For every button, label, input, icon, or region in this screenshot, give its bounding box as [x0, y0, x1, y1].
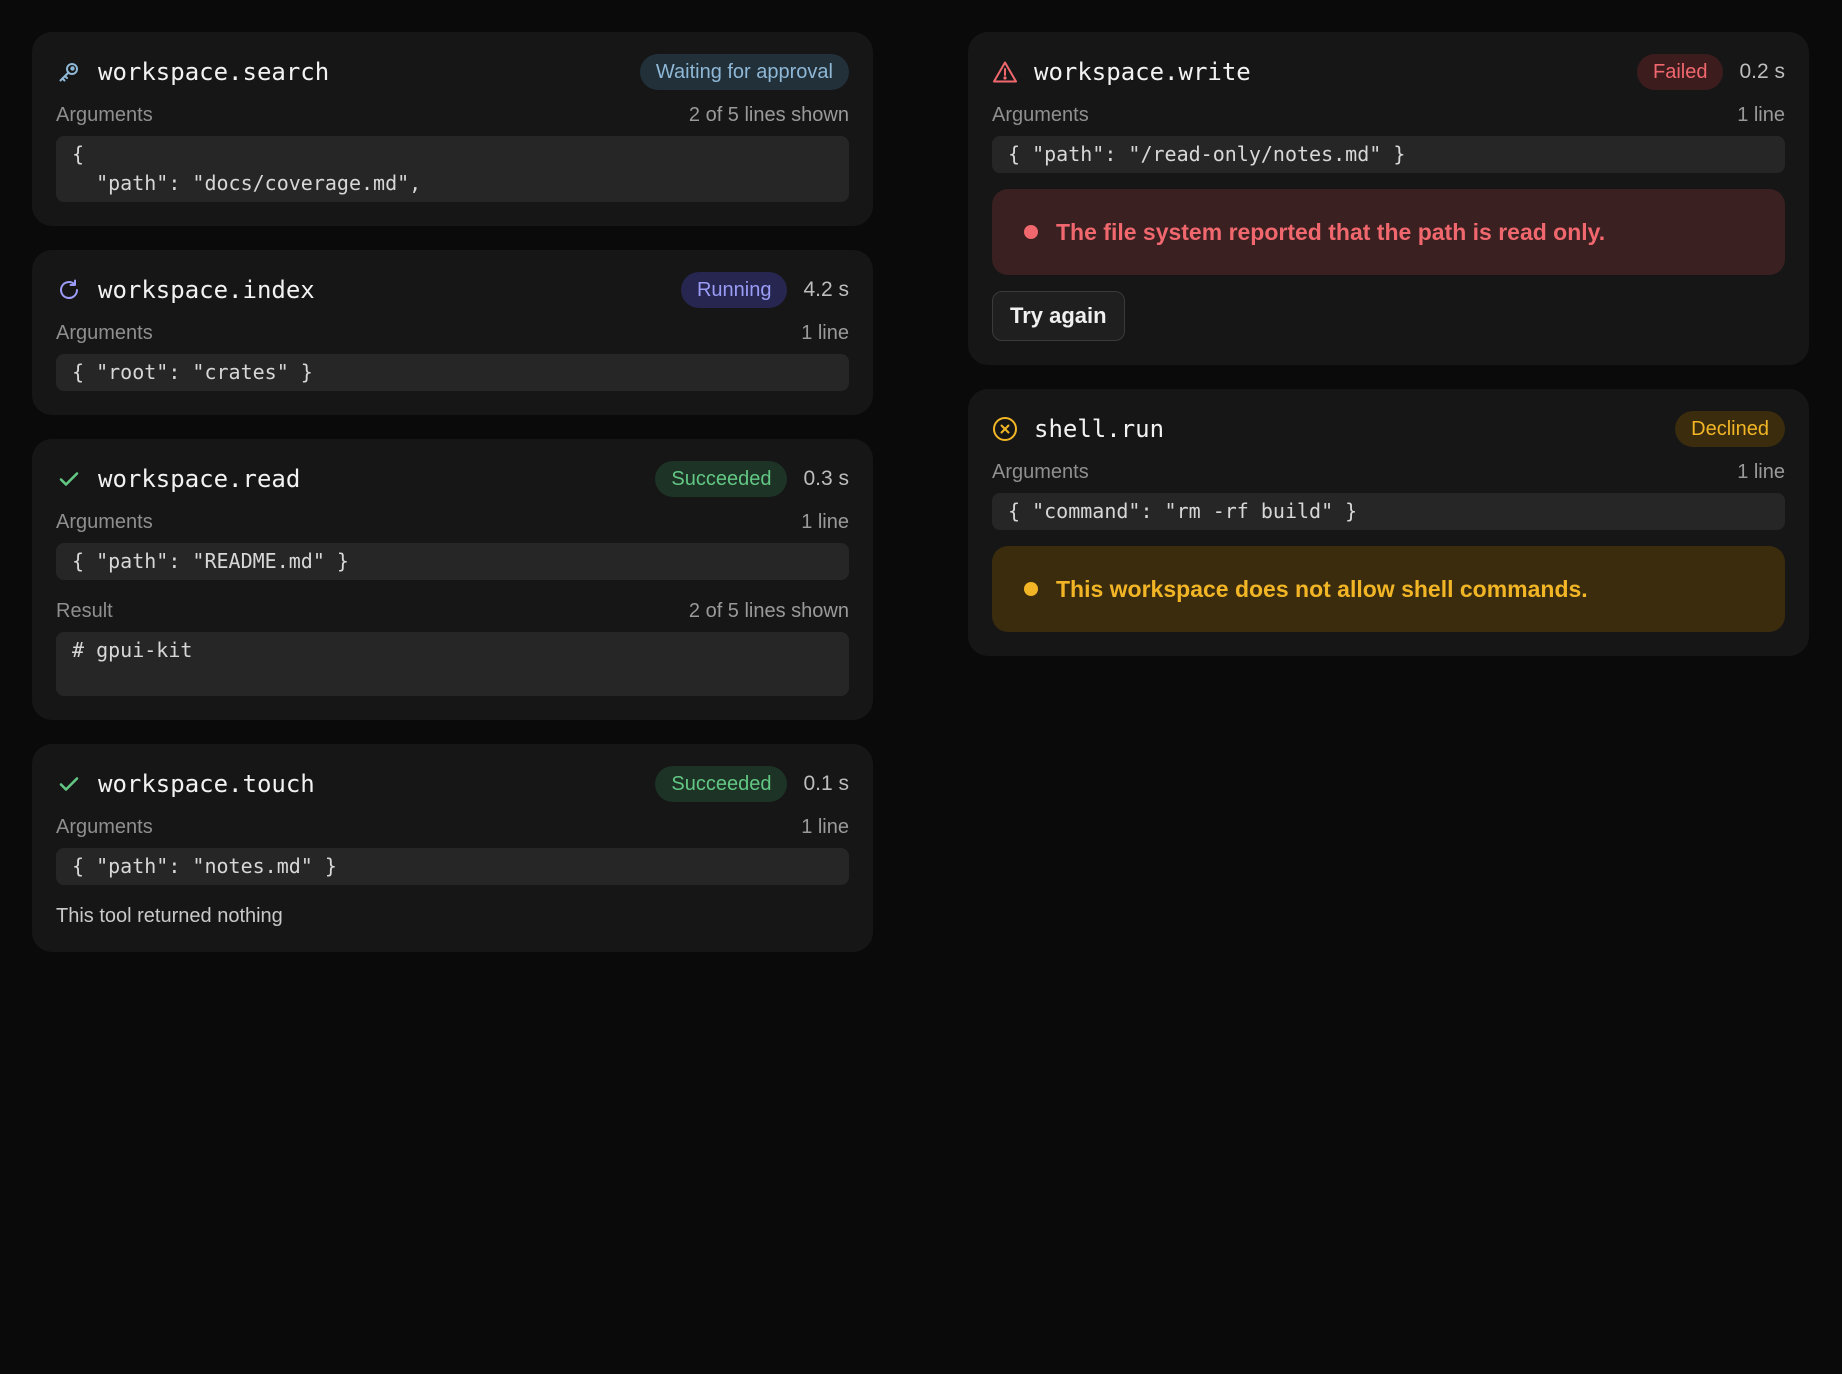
tool-card-workspace-search: workspace.search Waiting for approval Ar… [32, 32, 873, 226]
error-message: The file system reported that the path i… [992, 189, 1785, 275]
arguments-header: Arguments 1 line [992, 459, 1785, 485]
arguments-label: Arguments [56, 815, 153, 838]
arguments-line-count: 1 line [801, 321, 849, 344]
tool-name: workspace.read [98, 465, 301, 493]
error-dot-icon [1024, 225, 1038, 239]
tool-name: workspace.write [1034, 58, 1251, 86]
arguments-code-block: { "path": "docs/coverage.md", [56, 136, 849, 202]
status-badge: Succeeded [655, 766, 788, 802]
key-icon [56, 59, 82, 85]
duration: 0.3 s [803, 467, 849, 490]
tool-card-workspace-touch: workspace.touch Succeeded 0.1 s Argument… [32, 744, 873, 952]
duration: 4.2 s [803, 278, 849, 301]
arguments-label: Arguments [56, 321, 153, 344]
arguments-line-count: 1 line [801, 510, 849, 533]
tool-name: workspace.search [98, 58, 330, 86]
result-code-block: # gpui-kit [56, 632, 849, 696]
tool-card-shell-run: shell.run Declined Arguments 1 line { "c… [968, 389, 1809, 656]
tool-card-workspace-read: workspace.read Succeeded 0.3 s Arguments… [32, 439, 873, 720]
refresh-icon [56, 277, 82, 303]
warning-text: This workspace does not allow shell comm… [1056, 575, 1588, 602]
status-badge: Waiting for approval [639, 54, 849, 90]
status-badge: Failed [1636, 54, 1724, 90]
empty-result-note: This tool returned nothing [56, 905, 283, 927]
arguments-header: Arguments 2 of 5 lines shown [56, 102, 849, 128]
card-header: workspace.index Running 4.2 s [56, 272, 849, 308]
result-line-count: 2 of 5 lines shown [688, 599, 849, 622]
arguments-line-count: 1 line [801, 815, 849, 838]
arguments-header: Arguments 1 line [56, 814, 849, 840]
tool-name: workspace.index [98, 276, 315, 304]
duration: 0.1 s [803, 772, 849, 795]
status-badge: Running [680, 272, 788, 308]
tool-name: workspace.touch [98, 770, 315, 798]
right-column: workspace.write Failed 0.2 s Arguments 1… [968, 32, 1809, 656]
arguments-header: Arguments 1 line [56, 509, 849, 535]
arguments-label: Arguments [56, 103, 153, 126]
card-header: workspace.write Failed 0.2 s [992, 54, 1785, 90]
card-header: workspace.touch Succeeded 0.1 s [56, 766, 849, 802]
warning-message: This workspace does not allow shell comm… [992, 546, 1785, 632]
tool-name: shell.run [1034, 415, 1165, 443]
status-badge: Succeeded [655, 461, 788, 497]
error-text: The file system reported that the path i… [1056, 218, 1606, 245]
try-again-button[interactable]: Try again [992, 291, 1125, 341]
card-header: shell.run Declined [992, 411, 1785, 447]
duration: 0.2 s [1739, 60, 1785, 83]
x-circle-icon [992, 416, 1018, 442]
arguments-label: Arguments [992, 103, 1089, 126]
arguments-line-count: 1 line [1737, 103, 1785, 126]
check-icon [56, 771, 82, 797]
warning-dot-icon [1024, 582, 1038, 596]
warning-triangle-icon [992, 59, 1018, 85]
arguments-code-block: { "command": "rm -rf build" } [992, 493, 1785, 530]
result-label: Result [56, 599, 113, 622]
arguments-label: Arguments [56, 510, 153, 533]
arguments-label: Arguments [992, 460, 1089, 483]
arguments-code-block: { "path": "notes.md" } [56, 848, 849, 885]
arguments-line-count: 1 line [1737, 460, 1785, 483]
status-badge: Declined [1675, 411, 1785, 447]
left-column: workspace.search Waiting for approval Ar… [32, 32, 873, 952]
result-header: Result 2 of 5 lines shown [56, 598, 849, 624]
arguments-header: Arguments 1 line [992, 102, 1785, 128]
card-header: workspace.read Succeeded 0.3 s [56, 461, 849, 497]
tool-card-workspace-write: workspace.write Failed 0.2 s Arguments 1… [968, 32, 1809, 365]
tool-card-workspace-index: workspace.index Running 4.2 s Arguments … [32, 250, 873, 415]
arguments-line-count: 2 of 5 lines shown [688, 103, 849, 126]
check-icon [56, 466, 82, 492]
card-header: workspace.search Waiting for approval [56, 54, 849, 90]
arguments-header: Arguments 1 line [56, 320, 849, 346]
arguments-code-block: { "path": "README.md" } [56, 543, 849, 580]
arguments-code-block: { "root": "crates" } [56, 354, 849, 391]
arguments-code-block: { "path": "/read-only/notes.md" } [992, 136, 1785, 173]
